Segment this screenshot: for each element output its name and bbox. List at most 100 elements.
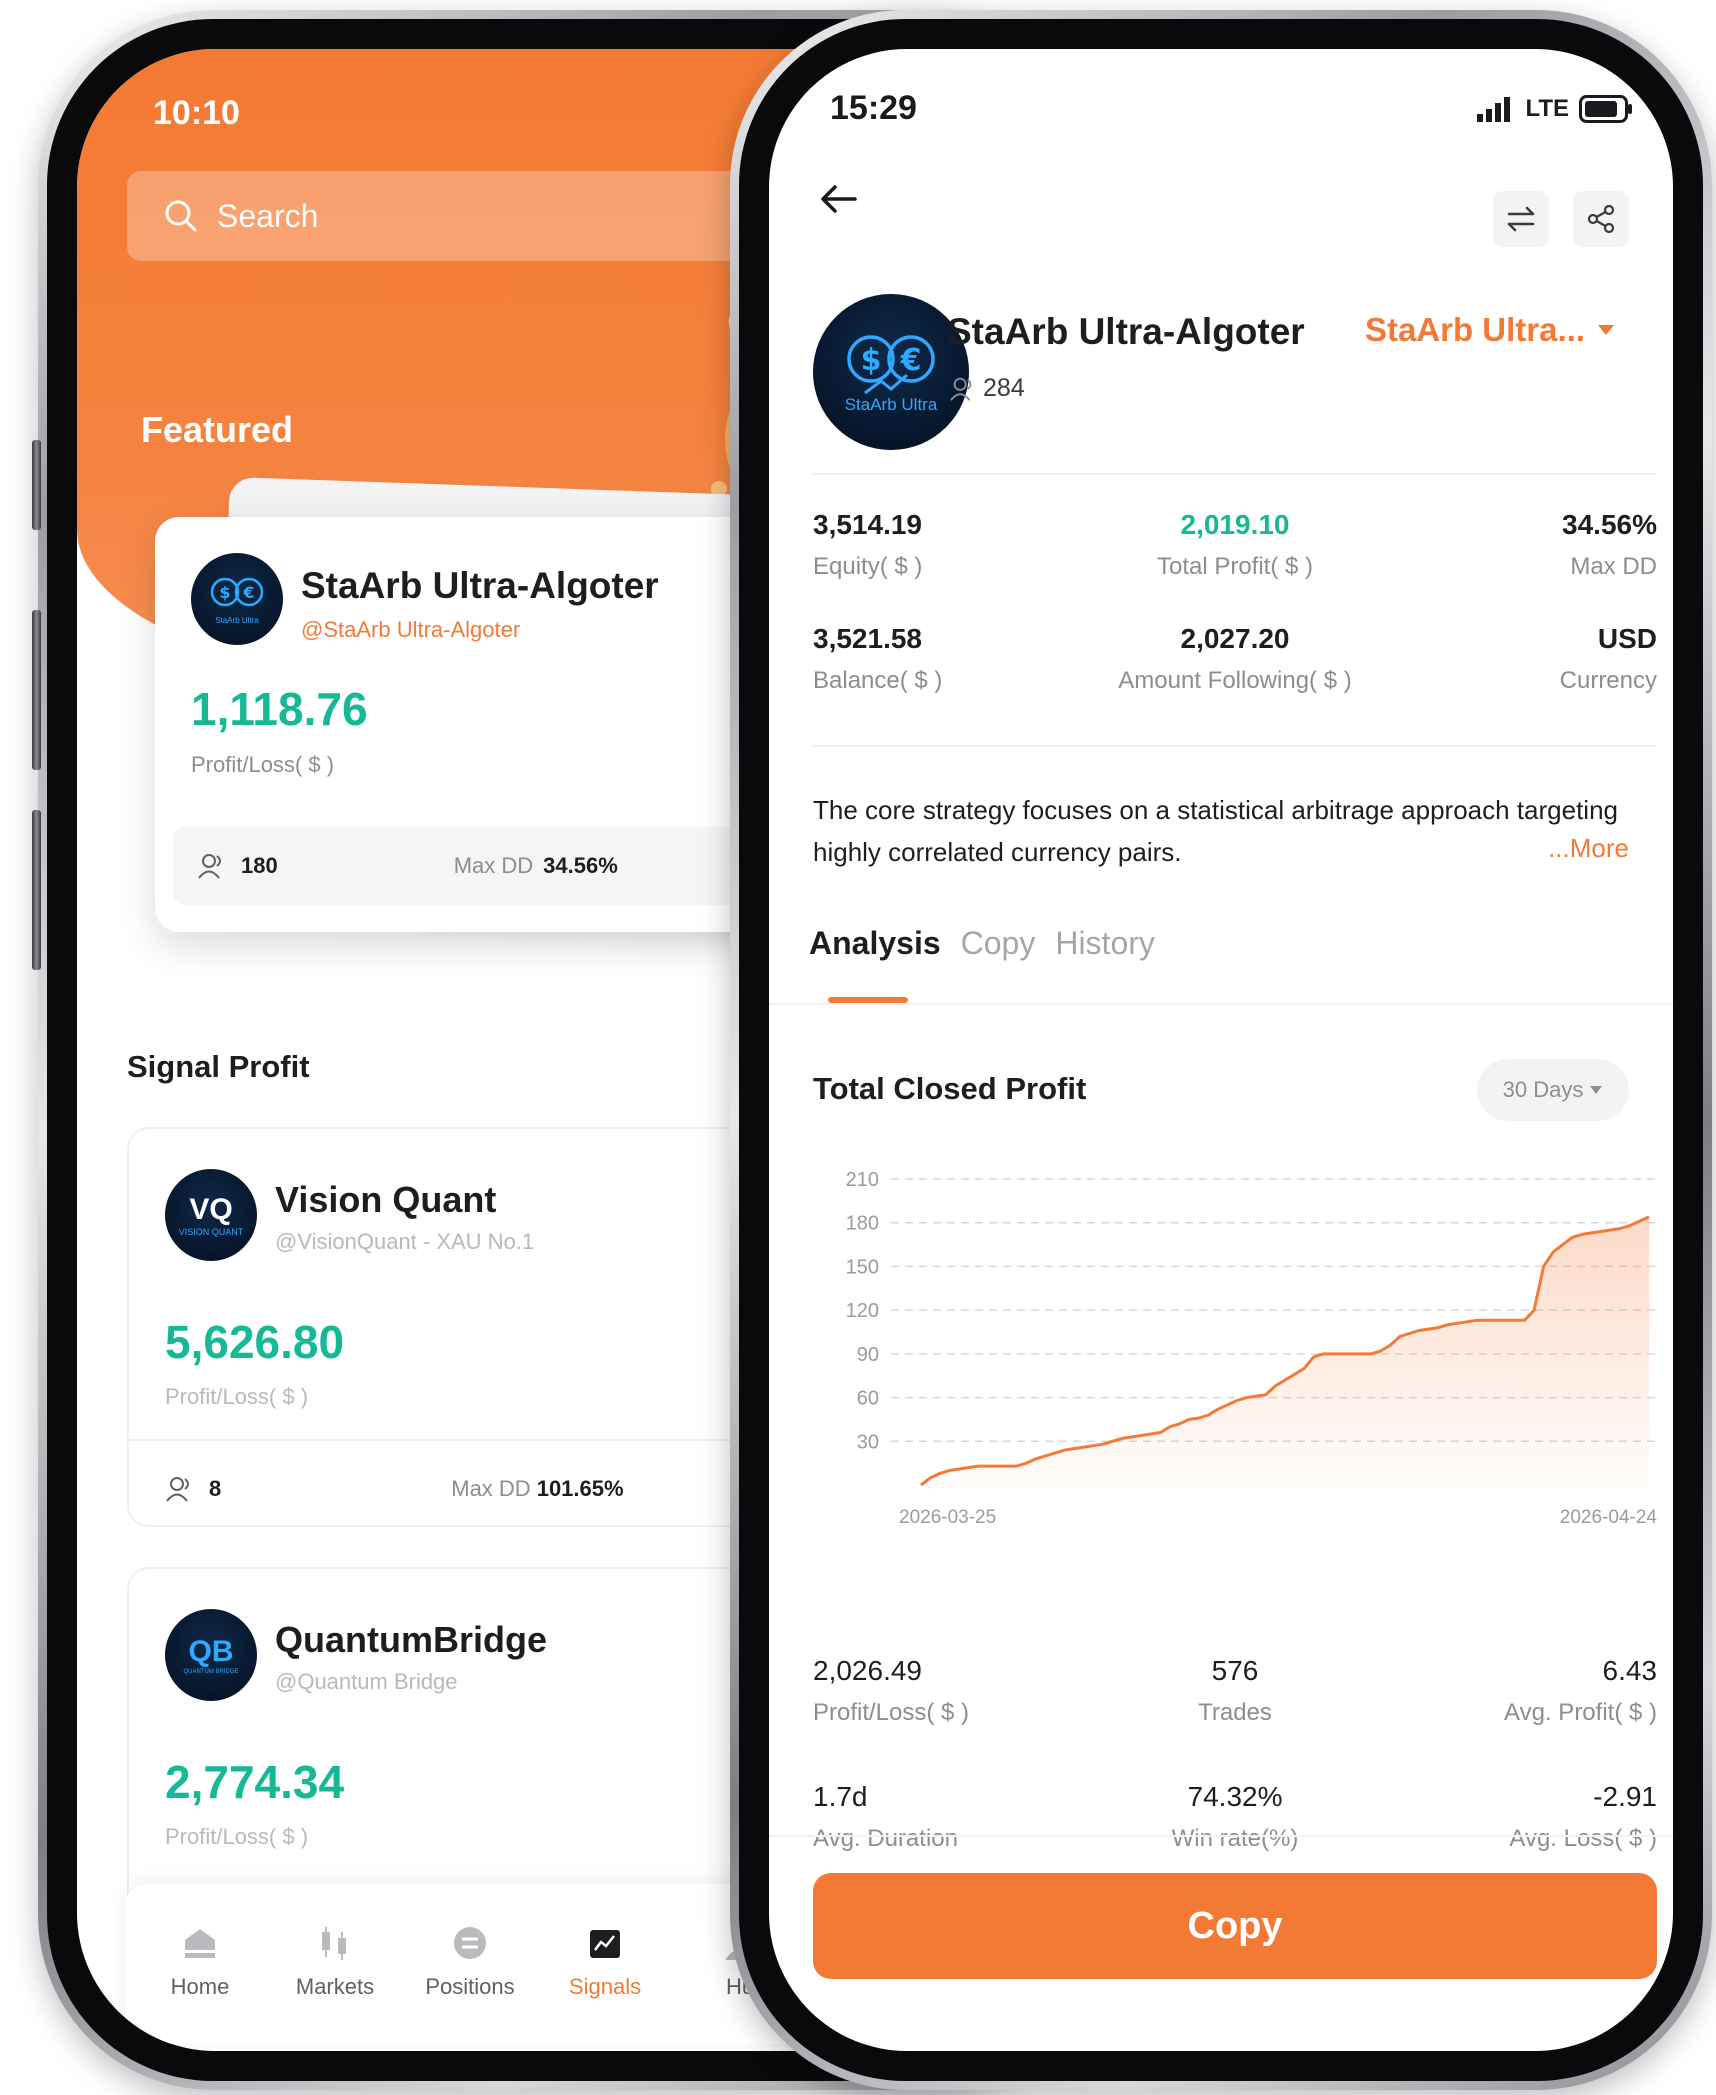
svg-text:€: € [242, 583, 254, 602]
avatar-caption: VISION QUANT [178, 1227, 244, 1237]
caret-down-icon [1598, 325, 1614, 335]
profit-label: Profit/Loss( $ ) [165, 1824, 309, 1849]
card-footer: 8 Max DD 101.65% [165, 1474, 624, 1504]
switch-button[interactable] [1493, 191, 1549, 247]
followers-icon [166, 1477, 189, 1502]
stat-max-dd: 34.56% Max DD [1357, 509, 1657, 581]
avatar-initials: VQ [189, 1193, 233, 1226]
search-bar[interactable]: Search [127, 171, 827, 261]
stat-value: 2,026.49 [813, 1655, 922, 1686]
max-dd-value: 101.65% [536, 1476, 624, 1501]
status-indicators: LTE [1475, 95, 1633, 123]
signal-avatar: VQ VISION QUANT [165, 1169, 257, 1261]
y-tick-label: 180 [846, 1213, 879, 1235]
back-arrow-icon[interactable] [809, 169, 869, 229]
range-selector[interactable]: 30 Days [1477, 1059, 1629, 1121]
svg-text:$: $ [861, 343, 882, 378]
volume-down-button [32, 810, 41, 970]
stat-value: -2.91 [1593, 1781, 1657, 1812]
summary-win-rate: 74.32% Win rate(%) [1085, 1781, 1385, 1853]
account-switcher[interactable]: StaArb Ultra... [1365, 311, 1615, 349]
volume-up-button [32, 610, 41, 770]
followers-icon [198, 854, 221, 879]
signal-name: StaArb Ultra-Algoter [947, 311, 1305, 352]
featured-title: Featured [141, 409, 294, 450]
stat-label: Equity( $ ) [813, 553, 923, 580]
svg-text:€: € [900, 343, 922, 378]
tab-copy[interactable]: Copy [961, 925, 1036, 962]
currency-logo-icon: $ € [210, 577, 264, 606]
tab-positions[interactable]: Positions [405, 1924, 535, 2000]
summary-profit-loss: 2,026.49 Profit/Loss( $ ) [813, 1655, 969, 1727]
max-dd-label: Max DD [453, 853, 534, 878]
stat-label: Total Profit( $ ) [1156, 553, 1314, 580]
tab-markets[interactable]: Markets [270, 1924, 400, 2000]
summary-trades: 576 Trades [1085, 1655, 1385, 1727]
home-icon [185, 1929, 215, 1958]
profit-value: 2,774.34 [165, 1756, 345, 1808]
stat-label: Amount Following( $ ) [1118, 667, 1352, 694]
total-closed-profit-chart: 30 60 90 120 150 180 210 2026-03-25 2026-04-24 [846, 1169, 1659, 1528]
detail-tabs: Analysis Copy History [809, 925, 1155, 962]
more-link[interactable]: ...More [1548, 833, 1629, 864]
stat-equity: 3,514.19 Equity( $ ) [813, 509, 922, 581]
tab-home[interactable]: Home [135, 1924, 265, 2000]
stat-label: Win rate(%) [1171, 1825, 1299, 1852]
max-dd-label: Max DD [451, 1476, 531, 1501]
profit-value: 1,118.76 [191, 683, 368, 735]
followers-count: 284 [983, 374, 1025, 402]
profit-value: 5,626.80 [165, 1316, 345, 1368]
x-tick-label: 2026-03-25 [899, 1507, 996, 1528]
chart-section-title: Total Closed Profit [813, 1071, 1087, 1106]
avatar-caption: QUANTUM BRIDGE [183, 1669, 239, 1675]
stat-currency: USD Currency [1357, 623, 1657, 695]
y-tick-label: 210 [846, 1169, 879, 1191]
tab-history[interactable]: History [1055, 925, 1155, 962]
stat-value: 34.56% [1562, 509, 1657, 540]
tab-label: Markets [295, 1974, 375, 1999]
stat-value: 576 [1211, 1655, 1259, 1686]
account-switcher-label: StaArb Ultra... [1364, 311, 1585, 348]
avatar-initials: QB [188, 1635, 234, 1668]
copy-button[interactable]: Copy [813, 1873, 1657, 1979]
share-icon [1587, 204, 1615, 234]
network-type: LTE [1525, 95, 1569, 122]
right-phone-bezel: 15:29 LTE $ € StaArb Ultra StaArb Ultra-… [739, 19, 1703, 2081]
tab-signals[interactable]: Signals [540, 1924, 670, 2000]
stat-label: Max DD [1570, 553, 1657, 580]
status-time: 10:10 [153, 94, 240, 132]
stat-amount-following: 2,027.20 Amount Following( $ ) [1085, 623, 1385, 695]
chart-area-fill [921, 1216, 1649, 1485]
svg-text:$: $ [219, 583, 230, 602]
stat-label: Trades [1198, 1699, 1272, 1726]
stat-label: Avg. Profit( $ ) [1504, 1699, 1657, 1726]
stat-value: 3,514.19 [813, 509, 922, 540]
signal-handle: @VisionQuant - XAU No.1 [275, 1229, 535, 1254]
profit-label: Profit/Loss( $ ) [191, 752, 335, 777]
range-selector-label: 30 Days [1502, 1077, 1584, 1102]
signal-avatar: $ € StaArb Ultra [191, 553, 283, 645]
stat-label: Profit/Loss( $ ) [813, 1699, 970, 1726]
signal-avatar: QB QUANTUM BRIDGE [165, 1609, 257, 1701]
signals-icon [590, 1930, 620, 1958]
x-tick-label: 2026-04-24 [1560, 1507, 1658, 1528]
y-tick-label: 60 [857, 1388, 879, 1410]
description-text: The core strategy focuses on a statistic… [813, 795, 1618, 867]
signal-handle: @StaArb Ultra-Algoter [301, 617, 521, 642]
share-button[interactable] [1573, 191, 1629, 247]
search-icon [165, 200, 197, 232]
signal-avatar: $ € StaArb Ultra [813, 294, 969, 450]
y-tick-label: 90 [857, 1344, 879, 1366]
signal-name: QuantumBridge [275, 1619, 548, 1660]
markets-icon [322, 1927, 346, 1960]
tab-analysis[interactable]: Analysis [809, 925, 941, 962]
signal-name: Vision Quant [275, 1179, 497, 1220]
stat-value: 74.32% [1187, 1781, 1283, 1812]
tab-label: Home [170, 1974, 230, 1999]
tab-label: Positions [425, 1974, 515, 1999]
right-phone-frame: 15:29 LTE $ € StaArb Ultra StaArb Ultra-… [730, 10, 1712, 2090]
followers-count: 8 [209, 1476, 222, 1501]
y-tick-label: 150 [846, 1256, 879, 1278]
signal-profit-title: Signal Profit [127, 1049, 310, 1084]
currency-logo-icon: $ € [847, 335, 935, 395]
